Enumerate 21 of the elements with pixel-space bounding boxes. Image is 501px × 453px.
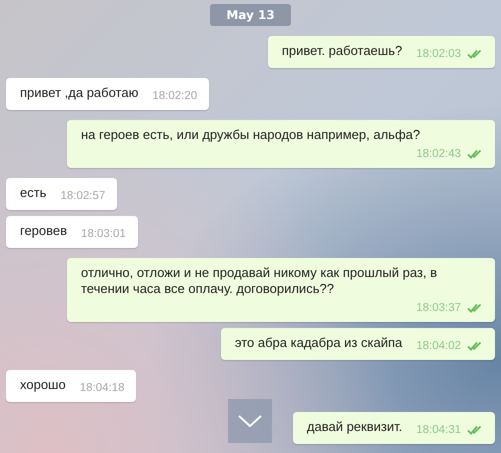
message-time: 18:02:03 [416, 47, 461, 62]
message-text: хорошо [20, 377, 66, 394]
message-text: привет ,да работаю [20, 85, 138, 102]
message-time: 18:02:57 [60, 189, 106, 204]
message-text: геровев [20, 223, 68, 240]
chevron-down-icon [237, 414, 263, 428]
message-text: есть [20, 185, 46, 202]
message-time: 18:03:37 [416, 301, 461, 316]
message-text: это абра кадабра из скайпа [234, 335, 402, 352]
message-time: 18:03:01 [81, 227, 126, 242]
message-text: на героев есть, или дружбы народов например, альфа? [81, 127, 420, 144]
message-time: 18:02:43 [416, 147, 461, 162]
date-badge: May 13 [210, 4, 291, 26]
message-time: 18:04:31 [416, 423, 461, 438]
message-time: 18:04:02 [416, 339, 461, 354]
scroll-down-button[interactable] [228, 399, 272, 443]
message-time: 18:02:20 [152, 89, 198, 104]
message-text: привет. работаешь? [282, 43, 402, 60]
message-time: 18:04:18 [80, 381, 124, 396]
message-text: давай реквизит. [306, 419, 402, 436]
message-text: отлично, отложи и не продавай никому как прошлый раз, в течении часа все оплачу. договорились?? [81, 265, 438, 298]
